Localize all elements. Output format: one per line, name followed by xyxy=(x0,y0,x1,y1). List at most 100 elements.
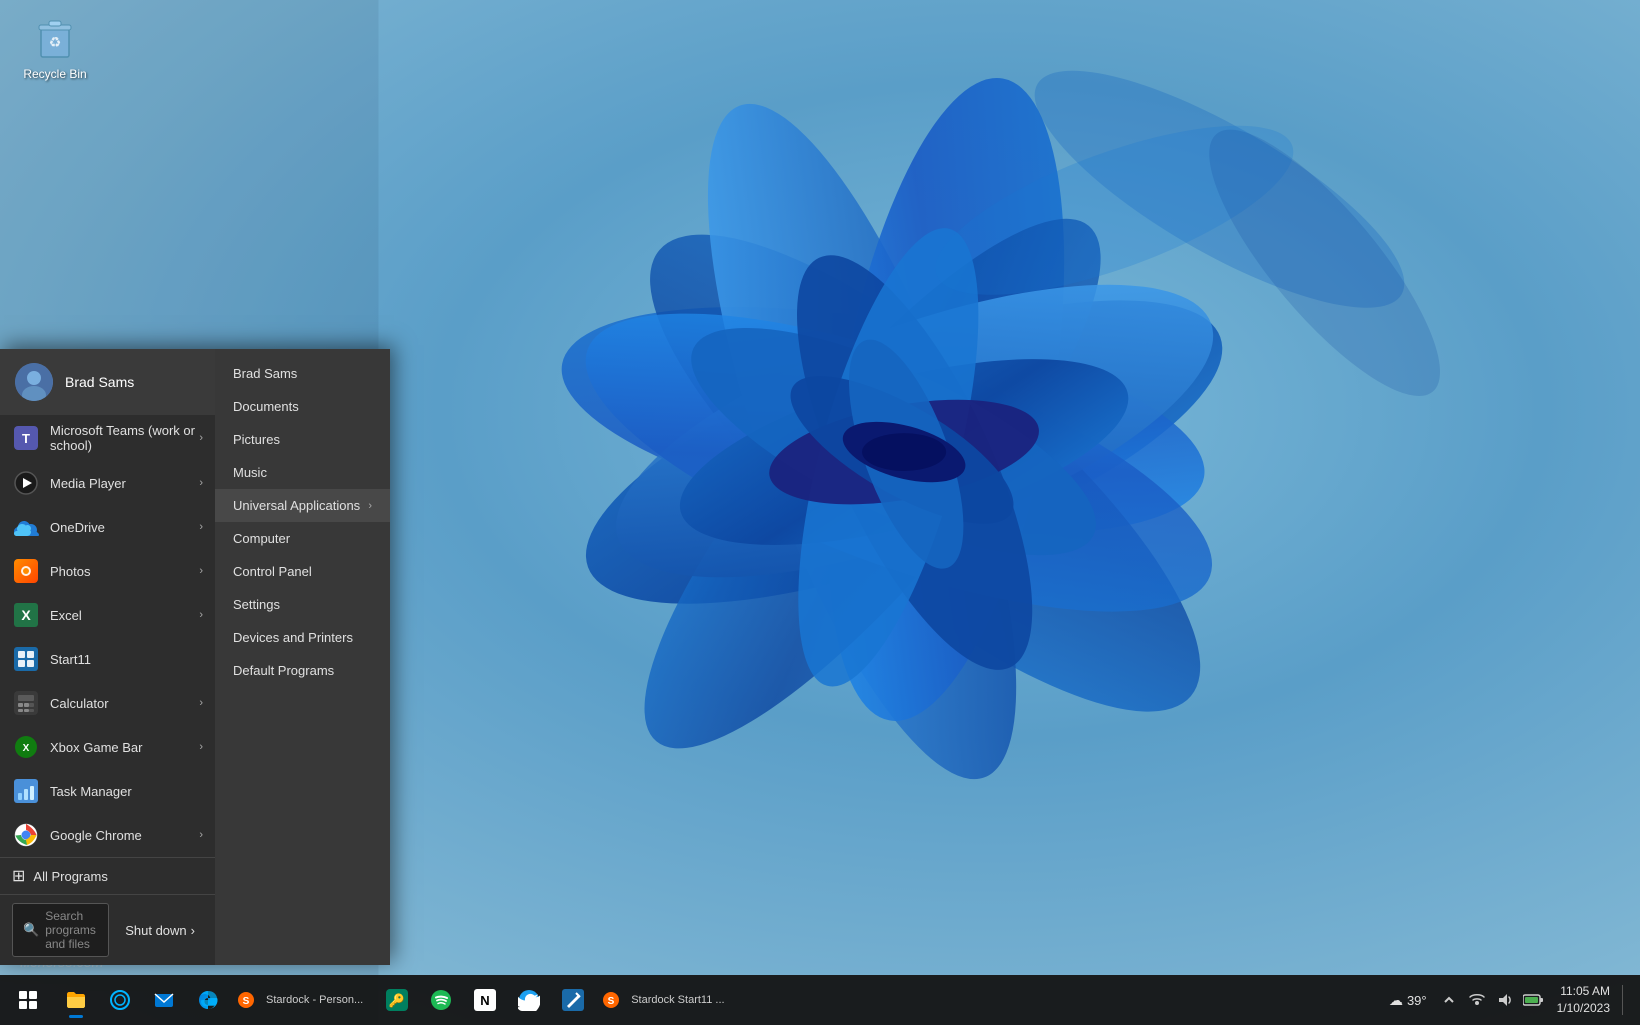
brad-sams-label: Brad Sams xyxy=(233,366,297,381)
search-box[interactable]: 🔍 Search programs and files xyxy=(12,903,109,957)
excel-label: Excel xyxy=(50,608,199,623)
taskbar-file-explorer[interactable] xyxy=(56,980,96,1020)
stardock1-label: Stardock - Person... xyxy=(260,994,369,1006)
taskbar-pen[interactable] xyxy=(553,980,593,1020)
media-player-icon xyxy=(12,469,40,497)
app-item-media-player[interactable]: Media Player › xyxy=(0,461,215,505)
place-default-programs[interactable]: Default Programs xyxy=(215,654,390,687)
documents-label: Documents xyxy=(233,399,299,414)
start-menu: Brad Sams T Microsoft Teams (work or sch… xyxy=(0,349,390,965)
chrome-arrow: › xyxy=(199,829,203,841)
taskbar-stardock2[interactable]: S Stardock Start11 ... xyxy=(597,980,734,1020)
place-settings[interactable]: Settings xyxy=(215,588,390,621)
onedrive-arrow: › xyxy=(199,521,203,533)
taskbar-dashlane[interactable]: 🔑 xyxy=(377,980,417,1020)
teams-icon: T xyxy=(12,424,40,452)
bottom-controls: 🔍 Search programs and files Shut down › xyxy=(0,894,215,965)
taskmanager-icon xyxy=(12,777,40,805)
stardock1-icon: S xyxy=(236,990,256,1010)
all-programs[interactable]: ⊞ All Programs xyxy=(0,857,215,894)
recycle-bin-label: Recycle Bin xyxy=(23,67,86,81)
temperature-icon: ☁ xyxy=(1389,992,1403,1009)
start-menu-left-panel: Brad Sams T Microsoft Teams (work or sch… xyxy=(0,349,215,965)
place-computer[interactable]: Computer xyxy=(215,522,390,555)
shutdown-button[interactable]: Shut down › xyxy=(117,918,203,943)
photos-icon xyxy=(12,557,40,585)
tray-network-icon[interactable] xyxy=(1465,988,1489,1012)
search-icon: 🔍 xyxy=(23,922,39,938)
photos-label: Photos xyxy=(50,564,199,579)
xbox-arrow: › xyxy=(199,741,203,753)
xbox-label: Xbox Game Bar xyxy=(50,740,199,755)
calculator-label: Calculator xyxy=(50,696,199,711)
chrome-label: Google Chrome xyxy=(50,828,199,843)
taskbar-twitter[interactable] xyxy=(509,980,549,1020)
temperature-value: 39° xyxy=(1407,993,1427,1008)
tray-battery-icon[interactable] xyxy=(1521,988,1545,1012)
taskbar-mail[interactable] xyxy=(144,980,184,1020)
start-button[interactable] xyxy=(8,980,48,1020)
calculator-arrow: › xyxy=(199,697,203,709)
onedrive-icon xyxy=(12,513,40,541)
show-desktop-button[interactable] xyxy=(1622,985,1632,1015)
teams-label: Microsoft Teams (work or school) xyxy=(50,423,199,453)
taskbar-spotify[interactable] xyxy=(421,980,461,1020)
svg-text:N: N xyxy=(481,993,490,1008)
taskbar-items: S Stardock - Person... 🔑 xyxy=(48,980,1383,1020)
app-item-calculator[interactable]: Calculator › xyxy=(0,681,215,725)
app-item-photos[interactable]: Photos › xyxy=(0,549,215,593)
clock-time: 11:05 AM xyxy=(1557,983,1610,1000)
user-header[interactable]: Brad Sams xyxy=(0,349,215,415)
app-list: T Microsoft Teams (work or school) › Med… xyxy=(0,415,215,857)
start11-label: Start11 xyxy=(50,652,203,667)
svg-text:T: T xyxy=(22,431,30,446)
universal-applications-label: Universal Applications xyxy=(233,498,360,513)
app-item-teams[interactable]: T Microsoft Teams (work or school) › xyxy=(0,415,215,461)
chrome-icon xyxy=(12,821,40,849)
place-universal-applications[interactable]: Universal Applications › xyxy=(215,489,390,522)
xbox-icon: X xyxy=(12,733,40,761)
pictures-label: Pictures xyxy=(233,432,280,447)
media-player-label: Media Player xyxy=(50,476,199,491)
music-label: Music xyxy=(233,465,267,480)
start-menu-right-panel: Brad Sams Documents Pictures Music Unive… xyxy=(215,349,390,965)
shutdown-arrow: › xyxy=(191,923,195,938)
teams-arrow: › xyxy=(199,432,203,444)
app-item-chrome[interactable]: Google Chrome › xyxy=(0,813,215,857)
temperature-display[interactable]: ☁ 39° xyxy=(1383,992,1433,1009)
app-item-start11[interactable]: Start11 xyxy=(0,637,215,681)
app-item-xbox[interactable]: X Xbox Game Bar › xyxy=(0,725,215,769)
devices-printers-label: Devices and Printers xyxy=(233,630,353,645)
system-tray: ☁ 39° xyxy=(1383,983,1632,1017)
all-programs-label: All Programs xyxy=(33,869,107,884)
svg-text:S: S xyxy=(608,996,615,1007)
tray-chevron-up[interactable] xyxy=(1437,988,1461,1012)
svg-text:S: S xyxy=(243,996,250,1007)
start11-icon xyxy=(12,645,40,673)
excel-arrow: › xyxy=(199,609,203,621)
app-item-taskmanager[interactable]: Task Manager xyxy=(0,769,215,813)
default-programs-label: Default Programs xyxy=(233,663,334,678)
control-panel-label: Control Panel xyxy=(233,564,312,579)
place-pictures[interactable]: Pictures xyxy=(215,423,390,456)
place-music[interactable]: Music xyxy=(215,456,390,489)
place-devices-printers[interactable]: Devices and Printers xyxy=(215,621,390,654)
place-brad-sams[interactable]: Brad Sams xyxy=(215,357,390,390)
recycle-bin-icon[interactable]: ♻ Recycle Bin xyxy=(20,15,90,81)
stardock2-icon: S xyxy=(601,990,621,1010)
taskbar-stardock1[interactable]: S Stardock - Person... xyxy=(232,980,373,1020)
place-control-panel[interactable]: Control Panel xyxy=(215,555,390,588)
taskbar-search[interactable] xyxy=(100,980,140,1020)
app-item-excel[interactable]: X Excel › xyxy=(0,593,215,637)
app-item-onedrive[interactable]: OneDrive › xyxy=(0,505,215,549)
clock-display[interactable]: 11:05 AM 1/10/2023 xyxy=(1549,983,1618,1017)
onedrive-label: OneDrive xyxy=(50,520,199,535)
tray-volume-icon[interactable] xyxy=(1493,988,1517,1012)
taskbar-edge[interactable] xyxy=(188,980,228,1020)
photos-arrow: › xyxy=(199,565,203,577)
media-player-arrow: › xyxy=(199,477,203,489)
clock-date: 1/10/2023 xyxy=(1557,1000,1610,1017)
place-documents[interactable]: Documents xyxy=(215,390,390,423)
svg-text:X: X xyxy=(23,743,30,754)
taskbar-notion[interactable]: N xyxy=(465,980,505,1020)
